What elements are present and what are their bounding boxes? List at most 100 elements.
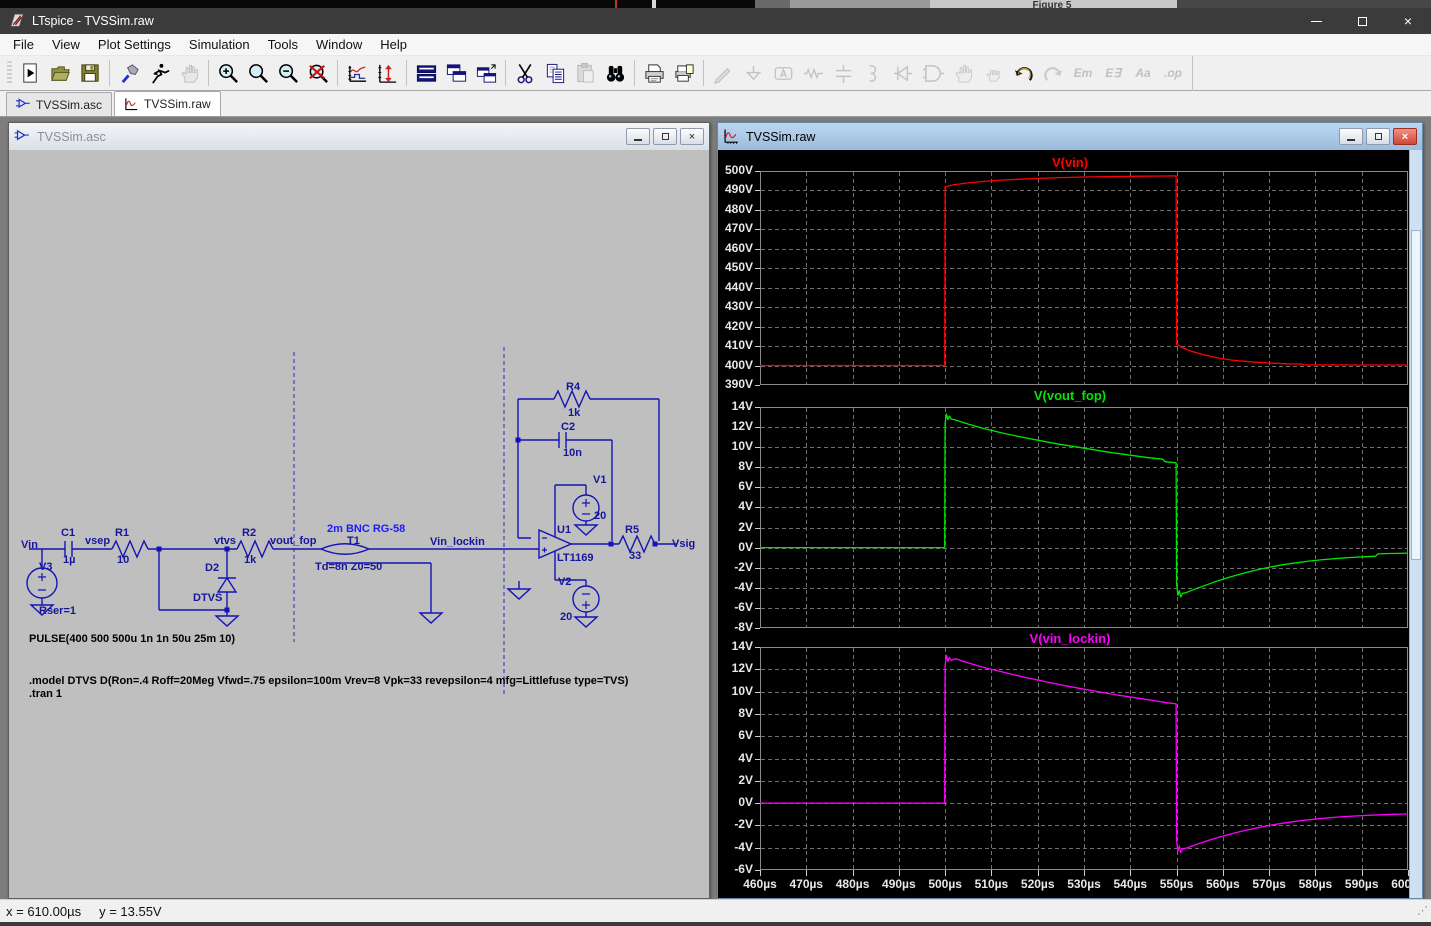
schematic-label[interactable]: R1 [115, 527, 129, 539]
schematic-maximize-button[interactable] [653, 128, 677, 145]
schematic-label[interactable]: R5 [625, 524, 639, 536]
menu-item-view[interactable]: View [43, 34, 89, 56]
zoom-in-icon[interactable] [213, 59, 243, 87]
menu-item-simulation[interactable]: Simulation [180, 34, 259, 56]
print-preview-icon[interactable] [669, 59, 699, 87]
zoom-out-icon[interactable] [273, 59, 303, 87]
schematic-window[interactable]: TVSSim.asc × [8, 122, 710, 899]
new-schematic-icon[interactable] [15, 59, 45, 87]
waveform-scrollbar[interactable] [1409, 150, 1422, 898]
schematic-label[interactable]: 1k [568, 407, 581, 419]
component-D2[interactable] [218, 578, 236, 592]
zoom-extents-icon[interactable] [303, 59, 333, 87]
tab-tvssim-asc[interactable]: TVSSim.asc [6, 92, 112, 116]
waveform-plot-area[interactable]: V(vin)500V490V480V470V460V450V440V430V42… [718, 150, 1422, 898]
y-axis[interactable]: 500V490V480V470V460V450V440V430V420V410V… [718, 171, 760, 385]
schematic-label[interactable]: 10n [563, 447, 582, 459]
schematic-label[interactable]: 1µ [63, 554, 75, 566]
waveform-close-button[interactable]: × [1393, 128, 1417, 145]
schematic-label[interactable]: C1 [61, 527, 75, 539]
schematic-label[interactable]: 33 [629, 550, 641, 562]
schematic-label[interactable]: D2 [205, 562, 219, 574]
schematic-wires[interactable] [29, 399, 677, 617]
schematic-label[interactable]: 2m BNC RG-58 [327, 523, 405, 535]
component-C2[interactable] [559, 432, 566, 448]
y-tick-mark [755, 385, 760, 386]
plot-pane-2[interactable] [760, 647, 1408, 870]
resize-grip[interactable]: ⋰ [1417, 904, 1428, 917]
schematic-label[interactable]: vsep [85, 535, 110, 547]
cascade-windows-icon[interactable] [441, 59, 471, 87]
schematic-label[interactable]: DTVS [193, 592, 222, 604]
schematic-label[interactable]: R4 [566, 381, 581, 393]
schematic-label[interactable]: vtvs [214, 535, 236, 547]
schematic-label[interactable]: 10 [117, 554, 129, 566]
schematic-label[interactable]: T1 [347, 535, 360, 547]
schematic-label[interactable]: U1 [557, 524, 571, 536]
trace-label-vvout_fop[interactable]: V(vout_fop) [718, 385, 1422, 407]
menu-item-file[interactable]: File [4, 34, 43, 56]
run-icon[interactable] [144, 59, 174, 87]
schematic-label[interactable]: V2 [558, 576, 571, 588]
trace-label-vvin[interactable]: V(vin) [718, 152, 1422, 171]
restore-windows-icon[interactable] [471, 59, 501, 87]
y-axis[interactable]: 14V12V10V8V6V4V2V0V-2V-4V-6V [718, 647, 760, 870]
cut-icon[interactable] [510, 59, 540, 87]
menu-item-help[interactable]: Help [371, 34, 416, 56]
schematic-minimize-button[interactable] [626, 128, 650, 145]
save-icon[interactable] [75, 59, 105, 87]
menu-item-plot-settings[interactable]: Plot Settings [89, 34, 180, 56]
schematic-label[interactable]: .model DTVS D(Ron=.4 Roff=20Meg Vfwd=.75… [29, 675, 629, 687]
fit-y-axis-icon[interactable] [372, 59, 402, 87]
zoom-area-icon[interactable] [243, 59, 273, 87]
schematic-label[interactable]: C2 [561, 421, 575, 433]
plot-pane-1[interactable] [760, 407, 1408, 628]
schematic-label[interactable]: Vin [21, 539, 38, 551]
plot-pane-0[interactable] [760, 171, 1408, 385]
scrollbar-thumb[interactable] [1411, 230, 1421, 560]
schematic-label[interactable]: Vsig [672, 538, 695, 550]
schematic-label[interactable]: 20 [560, 611, 572, 623]
schematic-label[interactable]: R2 [242, 527, 256, 539]
menu-item-window[interactable]: Window [307, 34, 371, 56]
menu-item-tools[interactable]: Tools [259, 34, 307, 56]
y-tick-mark [755, 447, 760, 448]
schematic-label[interactable]: Td=8n Z0=50 [315, 561, 382, 573]
schematic-label[interactable]: Vin_lockin [430, 536, 485, 548]
autorange-icon[interactable] [342, 59, 372, 87]
titlebar[interactable]: LTspice - TVSSim.raw × [0, 8, 1431, 34]
component-R4[interactable] [554, 391, 590, 407]
schematic-label[interactable]: LT1169 [557, 552, 594, 564]
waveform-window[interactable]: TVSSim.raw × V(vin)500V490V480V470V460V4… [717, 122, 1423, 899]
schematic-close-button[interactable]: × [680, 128, 704, 145]
schematic-label[interactable]: V3 [39, 561, 52, 573]
toolbar-grip[interactable] [7, 61, 12, 85]
minimize-button[interactable] [1293, 8, 1339, 34]
close-button[interactable]: × [1385, 8, 1431, 34]
schematic-label[interactable]: 1k [244, 554, 257, 566]
find-icon[interactable] [600, 59, 630, 87]
schematic-label[interactable]: .tran 1 [29, 688, 62, 700]
open-icon[interactable] [45, 59, 75, 87]
schematic-label[interactable]: PULSE(400 500 500u 1n 1n 50u 25m 10) [29, 633, 235, 645]
component-V2[interactable] [573, 586, 599, 612]
schematic-label[interactable]: V1 [593, 474, 606, 486]
y-axis[interactable]: 14V12V10V8V6V4V2V0V-2V-4V-6V-8V [718, 407, 760, 628]
waveform-window-titlebar[interactable]: TVSSim.raw × [718, 123, 1422, 150]
schematic-label[interactable]: 20 [594, 510, 606, 522]
trace-label-vvin_lockin[interactable]: V(vin_lockin) [718, 628, 1422, 647]
schematic-label[interactable]: vout_fop [270, 535, 317, 547]
copy-icon[interactable] [540, 59, 570, 87]
time-axis[interactable]: 460µs470µs480µs490µs500µs510µs520µs530µs… [760, 870, 1408, 894]
undo-icon[interactable] [1008, 59, 1038, 87]
tile-windows-icon[interactable] [411, 59, 441, 87]
schematic-canvas[interactable]: Vin C1 1µ vsep R1 10 vtvs D2 DTVS R2 1k vout_fop 2m … [9, 150, 709, 898]
print-icon[interactable] [639, 59, 669, 87]
maximize-button[interactable] [1339, 8, 1385, 34]
schematic-label[interactable]: Rser=1 [39, 605, 76, 617]
control-panel-icon[interactable] [114, 59, 144, 87]
waveform-maximize-button[interactable] [1366, 128, 1390, 145]
waveform-minimize-button[interactable] [1339, 128, 1363, 145]
schematic-window-titlebar[interactable]: TVSSim.asc × [9, 123, 709, 150]
tab-tvssim-raw[interactable]: TVSSim.raw [114, 91, 221, 116]
